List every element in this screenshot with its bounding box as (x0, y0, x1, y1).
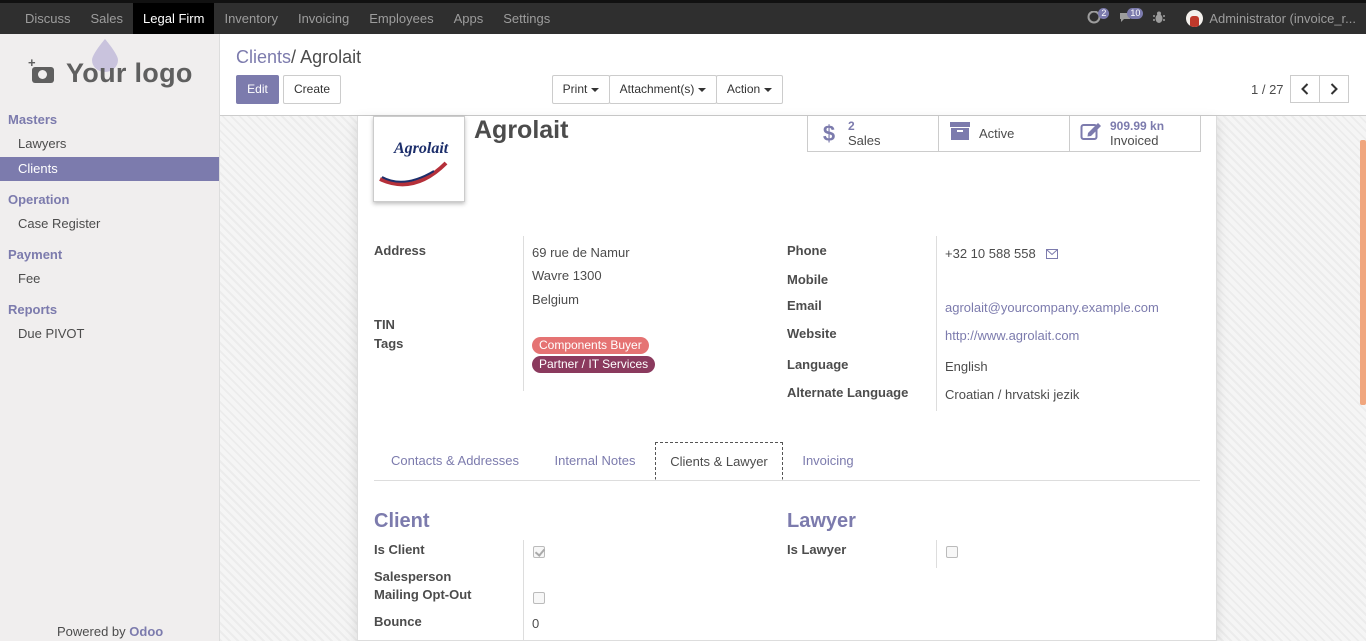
chat-icon[interactable]: 2 (1087, 7, 1110, 27)
sidebar-item-lawyers[interactable]: Lawyers (0, 132, 219, 156)
email-label: Email (787, 298, 822, 313)
dollar-icon: $ (822, 120, 836, 146)
salesperson-label: Salesperson (374, 569, 452, 584)
language-label: Language (787, 357, 849, 372)
sidebar-item-fee[interactable]: Fee (0, 267, 219, 291)
nav-sales[interactable]: Sales (81, 3, 134, 34)
form-view: Agrolait Agrolait $ 2 Sales Active 909.99… (220, 116, 1366, 641)
bounce-value: 0 (532, 616, 540, 631)
nav-inventory[interactable]: Inventory (214, 3, 287, 34)
nav-employees[interactable]: Employees (359, 3, 443, 34)
breadcrumb-current: Agrolait (300, 47, 362, 67)
tag-components-buyer[interactable]: Components Buyer (532, 337, 649, 354)
is-lawyer-label: Is Lawyer (787, 542, 847, 557)
tin-label: TIN (374, 317, 395, 332)
pager-next-button[interactable] (1319, 75, 1349, 103)
address-city: Wavre 1300 (532, 268, 602, 283)
pager-value[interactable]: 1 / 27 (1251, 82, 1284, 97)
mailing-opt-out-checkbox[interactable] (533, 592, 545, 604)
control-panel: Clients/ Agrolait Edit Create Print Atta… (220, 34, 1366, 116)
odoo-link[interactable]: Odoo (129, 624, 163, 639)
mobile-label: Mobile (787, 272, 829, 287)
user-menu[interactable]: Administrator (invoice_r... (1186, 10, 1356, 27)
edit-invoice-icon (1080, 121, 1102, 147)
breadcrumb-clients[interactable]: Clients (236, 47, 291, 67)
powered-by: Powered by Odoo (57, 624, 164, 639)
nav-legal-firm[interactable]: Legal Firm (133, 3, 215, 34)
messages-icon[interactable]: 10 (1119, 7, 1144, 27)
tab-internal-notes[interactable]: Internal Notes (537, 442, 653, 481)
logo-text: Your logo (66, 58, 193, 88)
address-label: Address (374, 243, 427, 258)
attachments-dropdown[interactable]: Attachment(s) (609, 75, 717, 104)
nav-settings[interactable]: Settings (493, 3, 560, 34)
nav-apps[interactable]: Apps (444, 3, 494, 34)
alt-language-value: Croatian / hrvatski jezik (945, 387, 1080, 402)
messages-count-badge: 10 (1127, 7, 1144, 19)
edit-button[interactable]: Edit (236, 75, 279, 104)
active-toggle-button[interactable]: Active (938, 116, 1070, 152)
envelope-icon[interactable] (1046, 247, 1058, 262)
caret-down-icon (698, 87, 707, 92)
nav-discuss[interactable]: Discuss (15, 3, 81, 34)
phone-label: Phone (787, 243, 827, 258)
company-logo[interactable]: Your logo (28, 36, 200, 98)
create-button[interactable]: Create (283, 75, 341, 104)
website-label: Website (787, 326, 837, 341)
tab-invoicing[interactable]: Invoicing (786, 442, 870, 481)
sidebar-item-clients[interactable]: Clients (0, 157, 219, 181)
section-operation: Operation (8, 192, 70, 207)
language-value: English (945, 359, 988, 374)
tab-contacts-addresses[interactable]: Contacts & Addresses (374, 442, 536, 481)
pager-previous-button[interactable] (1290, 75, 1320, 103)
sidebar: Your logo Masters Lawyers Clients Operat… (0, 34, 220, 641)
alt-language-label: Alternate Language (787, 385, 909, 400)
nav-invoicing[interactable]: Invoicing (288, 3, 359, 34)
vertical-scrollbar[interactable] (1360, 140, 1366, 405)
tab-clients-lawyer[interactable]: Clients & Lawyer (655, 442, 783, 480)
breadcrumb: Clients/ Agrolait (236, 47, 362, 67)
section-reports: Reports (8, 302, 58, 317)
tags-label: Tags (374, 336, 404, 351)
caret-down-icon (764, 87, 773, 92)
chevron-left-icon (1301, 83, 1309, 95)
is-client-checkbox[interactable] (533, 546, 545, 558)
partner-image[interactable]: Agrolait (373, 116, 465, 202)
sales-stat-button[interactable]: $ 2 Sales (807, 116, 939, 152)
camera-icon (28, 55, 54, 83)
systray: 2 10 Administrator (invoice_r... (1078, 3, 1366, 34)
app-menu: Discuss Sales Legal Firm Inventory Invoi… (0, 3, 560, 34)
is-client-label: Is Client (374, 542, 425, 557)
print-dropdown[interactable]: Print (552, 75, 610, 104)
top-navbar: Discuss Sales Legal Firm Inventory Invoi… (0, 0, 1366, 34)
action-dropdown[interactable]: Action (716, 75, 783, 104)
bug-icon[interactable] (1153, 11, 1166, 27)
user-avatar (1186, 10, 1204, 27)
lawyer-section-title: Lawyer (787, 510, 856, 532)
address-street: 69 rue de Namur (532, 245, 630, 260)
invoiced-stat-button[interactable]: 909.99 kn Invoiced (1069, 116, 1201, 152)
user-name: Administrator (invoice_r... (1209, 11, 1356, 26)
partner-name: Agrolait (474, 116, 569, 144)
phone-value: +32 10 588 558 (945, 246, 1036, 261)
client-section-title: Client (374, 510, 430, 532)
section-payment: Payment (8, 247, 63, 262)
notebook-tabs: Contacts & Addresses Internal Notes Clie… (374, 442, 1200, 481)
website-link[interactable]: http://www.agrolait.com (945, 328, 1079, 343)
sidebar-item-case-register[interactable]: Case Register (0, 212, 219, 236)
chat-count-badge: 2 (1098, 7, 1110, 19)
is-lawyer-checkbox[interactable] (946, 546, 958, 558)
caret-down-icon (591, 87, 600, 92)
section-masters: Masters (8, 112, 58, 127)
sidebar-item-due-pivot[interactable]: Due PIVOT (0, 322, 219, 346)
chevron-right-icon (1330, 83, 1338, 95)
archive-icon (949, 121, 971, 147)
form-sheet: Agrolait Agrolait $ 2 Sales Active 909.99… (357, 116, 1217, 641)
mailing-opt-out-label: Mailing Opt-Out (374, 587, 472, 602)
partner-logo-text: Agrolait (393, 140, 449, 157)
tag-partner-it-services[interactable]: Partner / IT Services (532, 356, 656, 373)
address-country: Belgium (532, 292, 579, 307)
email-link[interactable]: agrolait@yourcompany.example.com (945, 300, 1159, 315)
bounce-label: Bounce (374, 614, 422, 629)
